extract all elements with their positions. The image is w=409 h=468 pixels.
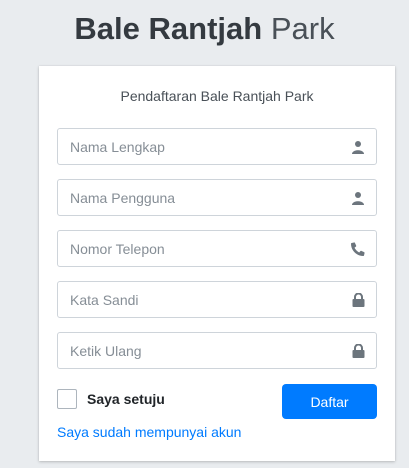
user-icon: [340, 129, 376, 164]
full-name-input[interactable]: [58, 129, 340, 164]
brand-name-light: Park: [270, 11, 335, 46]
phone-field: [57, 230, 377, 267]
register-card: Pendaftaran Bale Rantjah Park Nama Lengk…: [39, 66, 395, 461]
username-input[interactable]: [58, 180, 340, 215]
lock-icon: [340, 333, 376, 368]
phone-icon: [340, 231, 376, 266]
password-field: [57, 281, 377, 318]
brand-logo[interactable]: Bale Rantjah Park: [0, 9, 409, 49]
password-input[interactable]: [58, 282, 340, 317]
register-button[interactable]: Daftar: [282, 384, 377, 419]
agree-row: Saya setuju: [57, 389, 165, 409]
register-title: Pendaftaran Bale Rantjah Park: [120, 88, 314, 104]
brand-name-strong: Bale Rantjah: [74, 11, 263, 46]
retype-password-field: [57, 332, 377, 369]
full-name-field: [57, 128, 377, 165]
phone-input[interactable]: [58, 231, 340, 266]
agree-checkbox[interactable]: [57, 389, 77, 409]
agree-label[interactable]: Saya setuju: [87, 391, 165, 407]
register-page: Bale Rantjah Park Pendaftaran Bale Rantj…: [0, 0, 409, 468]
user-icon: [340, 180, 376, 215]
lock-icon: [340, 282, 376, 317]
login-link[interactable]: Saya sudah mempunyai akun: [57, 424, 241, 440]
username-field: [57, 179, 377, 216]
retype-password-input[interactable]: [58, 333, 340, 368]
